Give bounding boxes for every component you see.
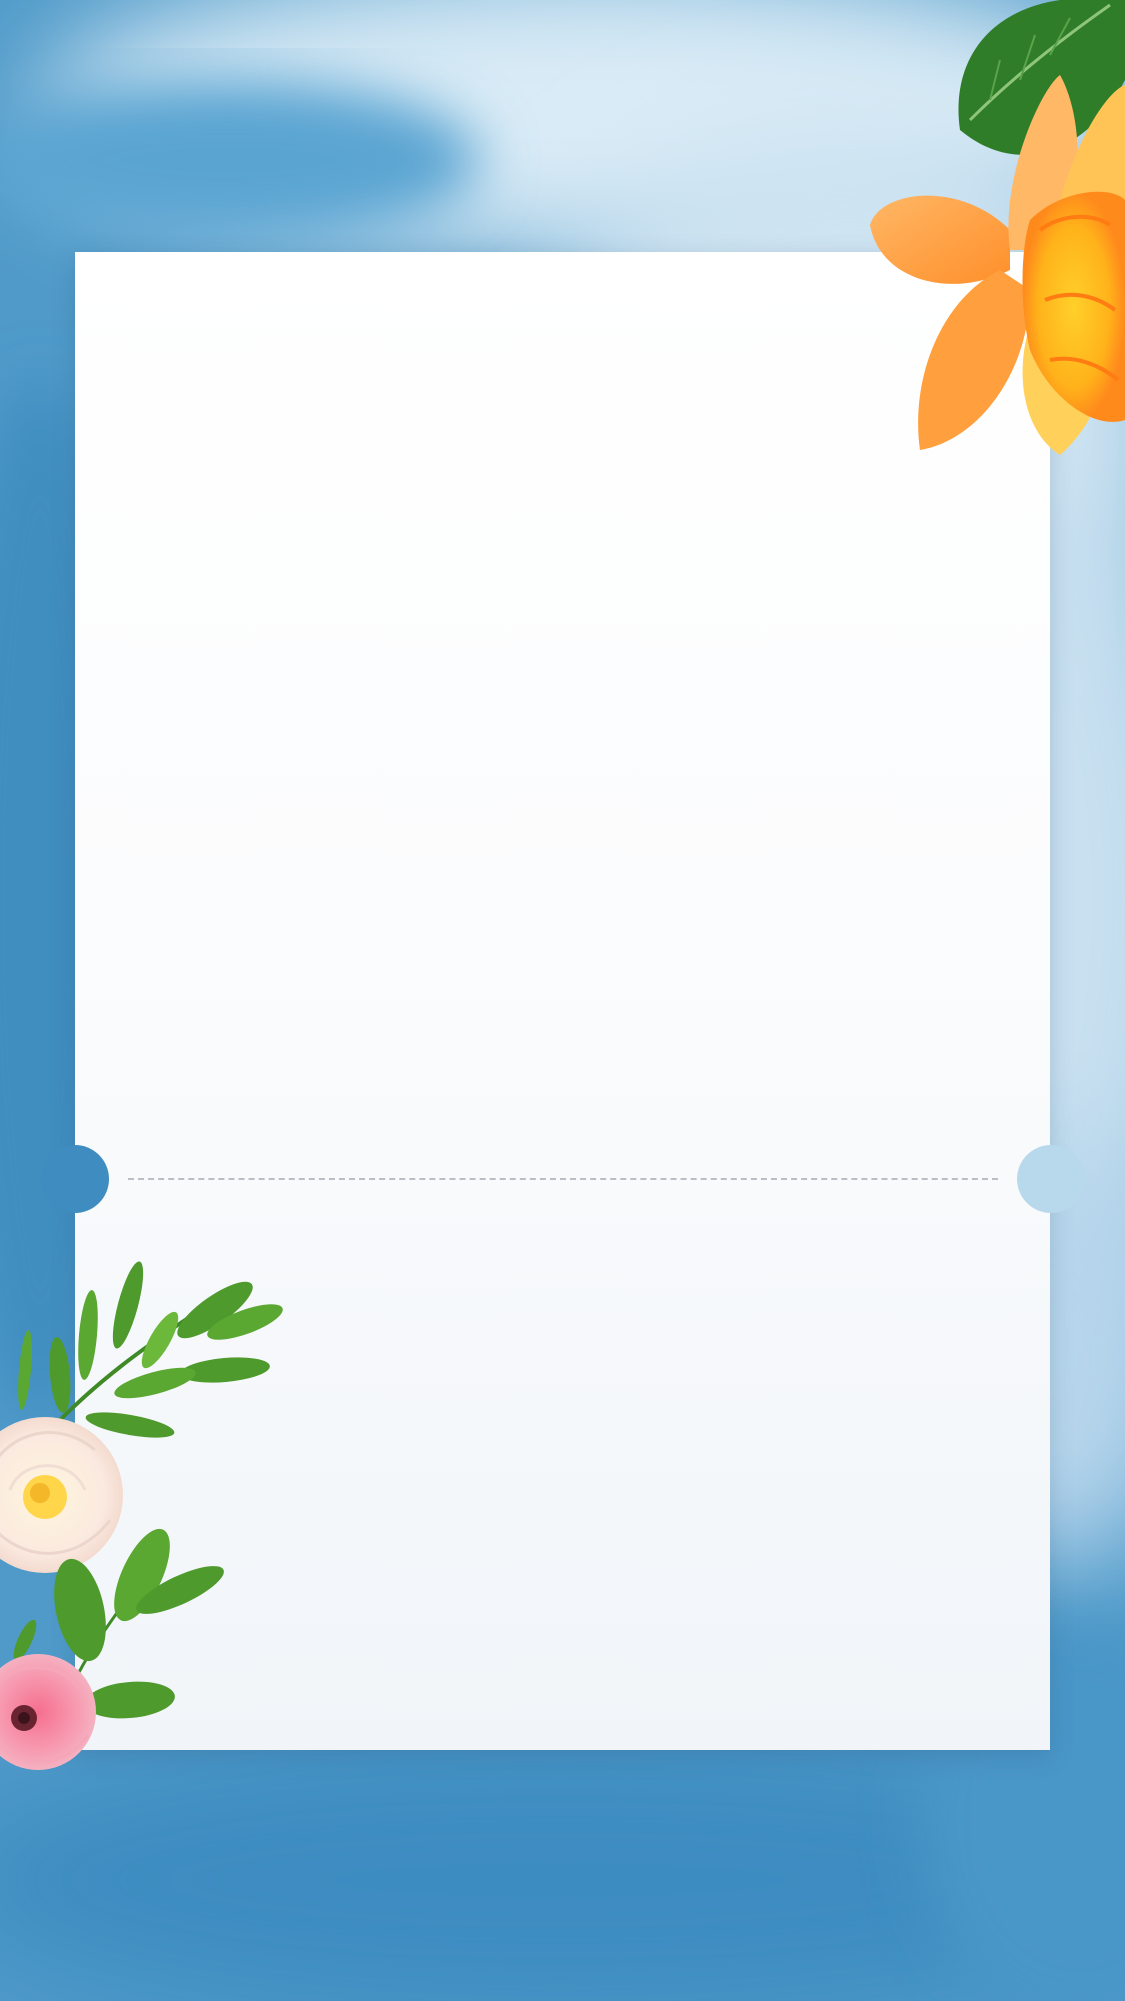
poster-canvas xyxy=(0,0,1125,2001)
perforation-line xyxy=(128,1178,998,1180)
ticket-notch-left xyxy=(41,1145,109,1213)
ticket-notch-right xyxy=(1017,1145,1085,1213)
ticket-card xyxy=(75,252,1050,1750)
